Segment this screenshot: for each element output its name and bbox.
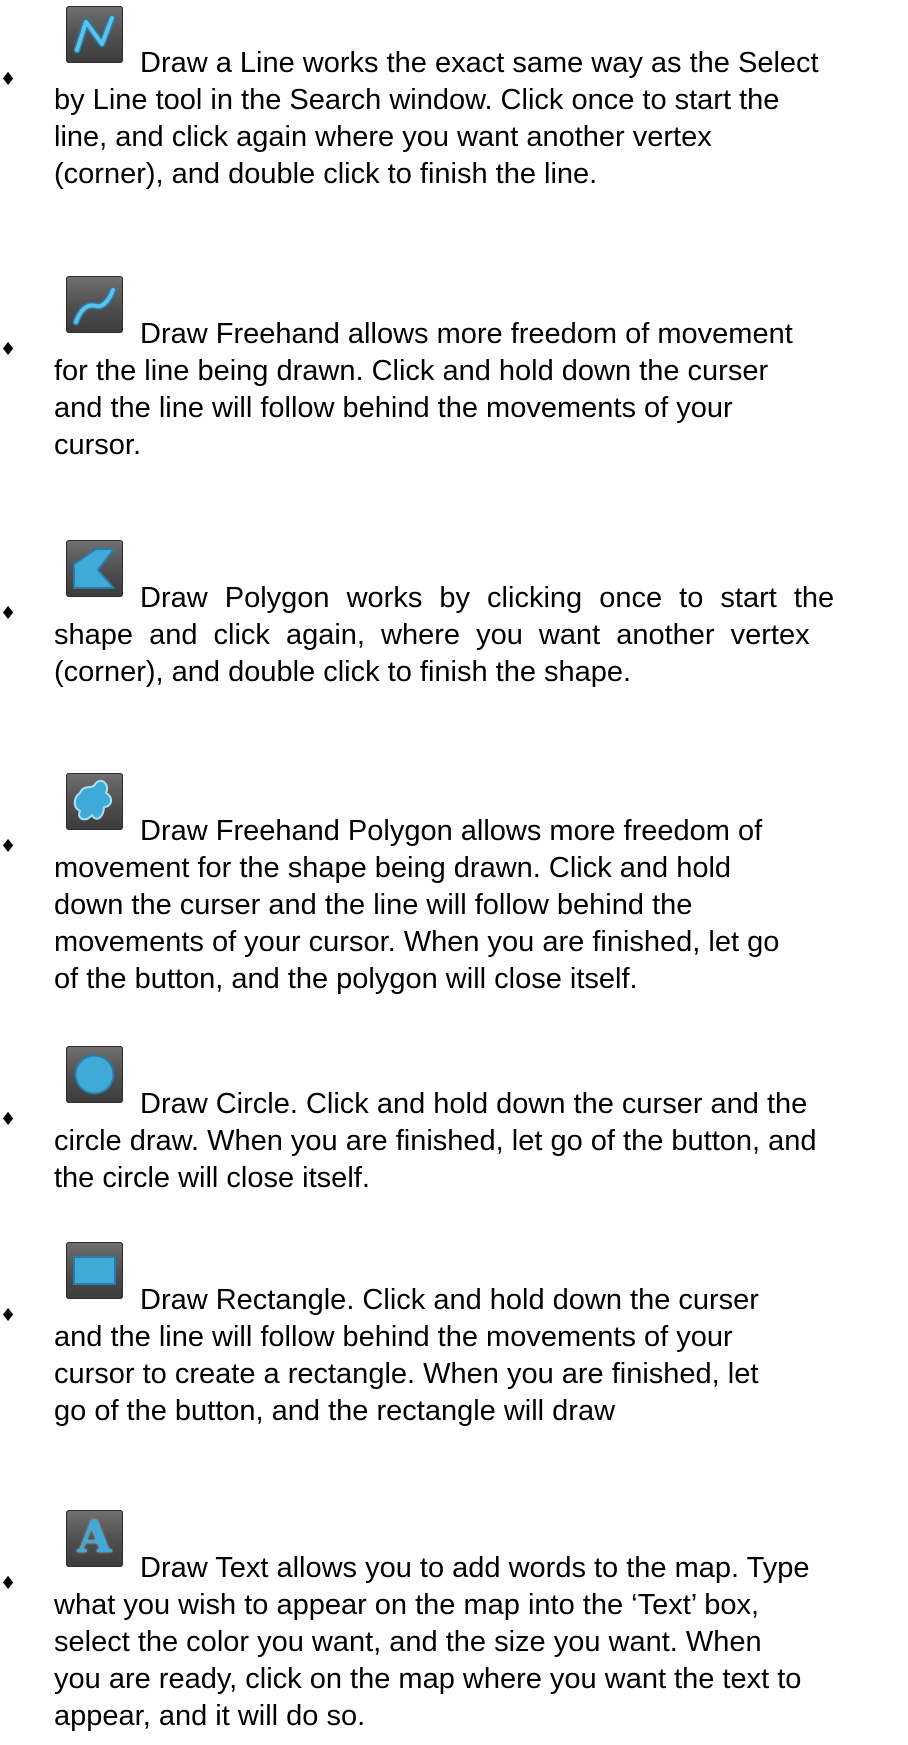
tool-description: Draw Text allows you to add words to the… [54,1552,810,1732]
bullet: ♦ [0,69,17,90]
tool-description: Draw Freehand allows more freedom of mov… [54,318,793,461]
bullet: ♦ [0,1573,17,1594]
tool-description: Draw Freehand Polygon allows more freedo… [54,815,780,995]
bullet: ♦ [0,1305,17,1326]
bullet: ♦ [0,339,17,360]
tool-description: Draw a Line works the exact same way as … [54,47,819,190]
bullet: ♦ [0,1109,17,1130]
tool-description: Draw Polygon works by clicking once to s… [54,582,835,688]
bullet: ♦ [0,603,17,624]
bullet: ♦ [0,836,17,857]
tool-description: Draw Circle. Click and hold down the cur… [54,1088,817,1194]
tool-description: Draw Rectangle. Click and hold down the … [54,1284,759,1427]
